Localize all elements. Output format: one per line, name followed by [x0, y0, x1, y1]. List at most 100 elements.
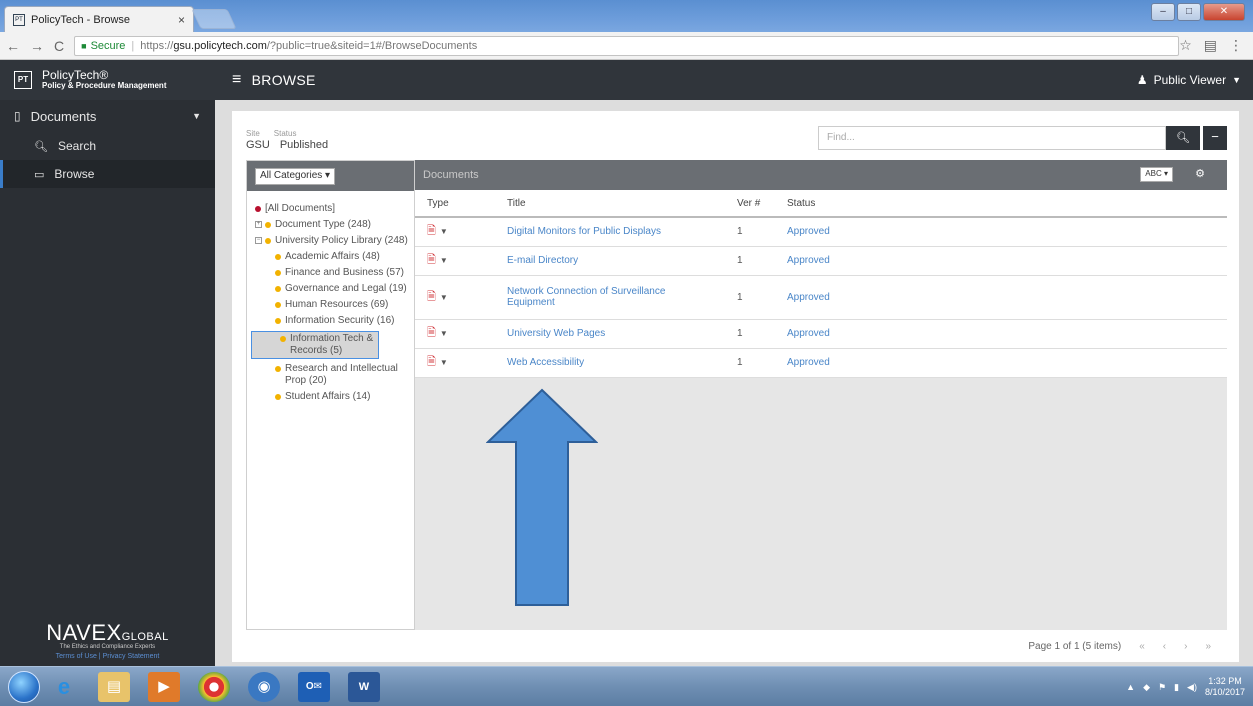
- maximize-icon[interactable]: □: [1177, 3, 1201, 21]
- reload-icon[interactable]: C: [54, 38, 64, 54]
- minimize-icon[interactable]: –: [1151, 3, 1175, 21]
- first-page-icon[interactable]: «: [1139, 641, 1145, 652]
- tree-item-document-type[interactable]: + Document Type (248): [255, 219, 414, 231]
- folder-icon: ▭: [34, 168, 45, 181]
- close-window-icon[interactable]: ✕: [1203, 3, 1245, 21]
- chrome-icon[interactable]: [198, 672, 230, 702]
- column-header-status[interactable]: Status: [775, 190, 1227, 218]
- version-cell: 1: [725, 275, 775, 320]
- status-link[interactable]: Approved: [787, 292, 830, 303]
- document-title-link[interactable]: E-mail Directory: [507, 255, 578, 266]
- status-link[interactable]: Approved: [787, 328, 830, 339]
- document-title-link[interactable]: Network Connection of Surveillance Equip…: [507, 286, 665, 308]
- sidebar-documents[interactable]: ▯ Documents ▼: [0, 100, 215, 132]
- volume-icon[interactable]: ◀): [1187, 682, 1197, 693]
- file-explorer-icon[interactable]: ▤: [98, 672, 130, 702]
- tree-item-all-documents[interactable]: [All Documents]: [255, 203, 414, 215]
- tree-item-university-policy-library[interactable]: − University Policy Library (248): [255, 235, 414, 247]
- sidebar-item-search[interactable]: 🔍︎ Search: [0, 132, 215, 160]
- expand-plus-icon[interactable]: +: [255, 221, 262, 228]
- start-button[interactable]: [8, 671, 40, 703]
- user-menu[interactable]: ♟ Public Viewer ▼: [1137, 60, 1241, 100]
- word-icon[interactable]: W: [348, 672, 380, 702]
- gear-icon[interactable]: ⚙: [1195, 167, 1205, 180]
- column-header-version[interactable]: Ver #: [725, 190, 775, 218]
- last-page-icon[interactable]: »: [1205, 641, 1211, 652]
- next-page-icon[interactable]: ›: [1184, 641, 1187, 652]
- caret-down-icon[interactable]: ▼: [440, 358, 448, 367]
- url-input[interactable]: ■ Secure | https:// gsu.policytech.com /…: [74, 35, 1180, 56]
- status-link[interactable]: Approved: [787, 255, 830, 266]
- status-link[interactable]: Approved: [787, 357, 830, 368]
- document-title-link[interactable]: Digital Monitors for Public Displays: [507, 226, 661, 237]
- app-icon[interactable]: ◉: [248, 672, 280, 702]
- caret-down-icon[interactable]: ▼: [440, 293, 448, 302]
- bookmark-star-icon[interactable]: ☆: [1179, 37, 1192, 54]
- ie-icon[interactable]: e: [48, 672, 80, 702]
- category-panel: All Categories ▾ [All Documents] + Docum…: [246, 160, 415, 630]
- clock[interactable]: 1:32 PM 8/10/2017: [1205, 676, 1245, 698]
- forward-icon[interactable]: →: [30, 38, 44, 54]
- table-row[interactable]: 🗎 ▼ E-mail Directory 1 Approved: [415, 246, 1227, 276]
- tray-expand-icon[interactable]: ▲: [1126, 682, 1135, 692]
- column-header-title[interactable]: Title: [495, 190, 725, 218]
- tree-item-category[interactable]: Student Affairs (14): [255, 391, 414, 403]
- pdf-icon[interactable]: 🗎: [427, 225, 436, 237]
- yellow-dot-icon: [280, 336, 286, 342]
- collapse-minus-icon[interactable]: −: [255, 237, 262, 244]
- terms-link[interactable]: Terms of Use: [56, 653, 97, 660]
- table-row[interactable]: 🗎 ▼ Network Connection of Surveillance Eq…: [415, 275, 1227, 320]
- table-row[interactable]: 🗎 ▼ Web Accessibility 1 Approved: [415, 348, 1227, 378]
- document-title-link[interactable]: University Web Pages: [507, 328, 605, 339]
- pager: Page 1 of 1 (5 items) « ‹ › »: [415, 630, 1227, 662]
- tree-item-category[interactable]: Governance and Legal (19): [255, 283, 414, 295]
- content-panel: Site Status GSU Published Find... 🔍︎ − A…: [232, 111, 1239, 662]
- media-player-icon[interactable]: ▶: [148, 672, 180, 702]
- collapse-button[interactable]: −: [1203, 126, 1227, 150]
- find-search-button[interactable]: 🔍︎: [1166, 126, 1200, 150]
- caret-down-icon[interactable]: ▼: [440, 256, 448, 265]
- pdf-icon[interactable]: 🗎: [427, 327, 436, 339]
- sidebar-item-browse[interactable]: ▭ Browse: [0, 160, 215, 188]
- tree-item-category-selected[interactable]: Information Tech & Records (5): [251, 331, 379, 359]
- chevron-down-icon: ▼: [192, 111, 201, 121]
- category-dropdown[interactable]: All Categories ▾: [255, 168, 336, 185]
- tray-app-icon[interactable]: ◆: [1143, 682, 1150, 693]
- brand-name: PolicyTech®: [42, 68, 109, 82]
- outlook-icon[interactable]: O✉: [298, 672, 330, 702]
- tree-item-category[interactable]: Human Resources (69): [255, 299, 414, 311]
- brand[interactable]: PT PolicyTech® Policy & Procedure Manage…: [0, 60, 215, 100]
- status-value[interactable]: Published: [280, 139, 328, 151]
- pdf-icon[interactable]: 🗎: [427, 291, 436, 303]
- navex-tagline: The Ethics and Compliance Experts: [59, 644, 156, 650]
- find-input[interactable]: Find...: [818, 126, 1166, 150]
- document-title-link[interactable]: Web Accessibility: [507, 357, 584, 368]
- browser-tab[interactable]: PT PolicyTech - Browse ×: [4, 6, 194, 32]
- flag-icon[interactable]: ⚑: [1158, 682, 1166, 693]
- privacy-link[interactable]: Privacy Statement: [103, 653, 160, 660]
- extension-icon[interactable]: ▤: [1204, 37, 1217, 54]
- prev-page-icon[interactable]: ‹: [1163, 641, 1166, 652]
- tree-item-category[interactable]: Information Security (16): [255, 315, 414, 327]
- close-tab-icon[interactable]: ×: [178, 13, 185, 27]
- caret-down-icon[interactable]: ▼: [440, 227, 448, 236]
- network-icon[interactable]: ▮: [1174, 682, 1179, 693]
- sort-dropdown[interactable]: ABC ▾: [1140, 167, 1173, 182]
- tree-item-category[interactable]: Research and Intellectual Prop (20): [255, 363, 414, 387]
- column-header-type[interactable]: Type: [415, 190, 495, 218]
- hamburger-menu-icon[interactable]: ≡: [232, 71, 242, 89]
- site-value[interactable]: GSU: [246, 139, 270, 151]
- tree-item-category[interactable]: Finance and Business (57): [255, 267, 414, 279]
- navex-logo-sub: GLOBAL: [121, 631, 169, 643]
- table-row[interactable]: 🗎 ▼ Digital Monitors for Public Displays …: [415, 217, 1227, 247]
- browser-menu-icon[interactable]: ⋮: [1229, 37, 1243, 54]
- pdf-icon[interactable]: 🗎: [427, 356, 436, 368]
- status-link[interactable]: Approved: [787, 226, 830, 237]
- new-tab-button[interactable]: [191, 9, 237, 29]
- tree-item-category[interactable]: Academic Affairs (48): [255, 251, 414, 263]
- documents-header: Documents ABC ▾ ⚙: [415, 160, 1227, 190]
- caret-down-icon[interactable]: ▼: [440, 329, 448, 338]
- table-row[interactable]: 🗎 ▼ University Web Pages 1 Approved: [415, 319, 1227, 349]
- pdf-icon[interactable]: 🗎: [427, 254, 436, 266]
- back-icon[interactable]: ←: [6, 38, 20, 54]
